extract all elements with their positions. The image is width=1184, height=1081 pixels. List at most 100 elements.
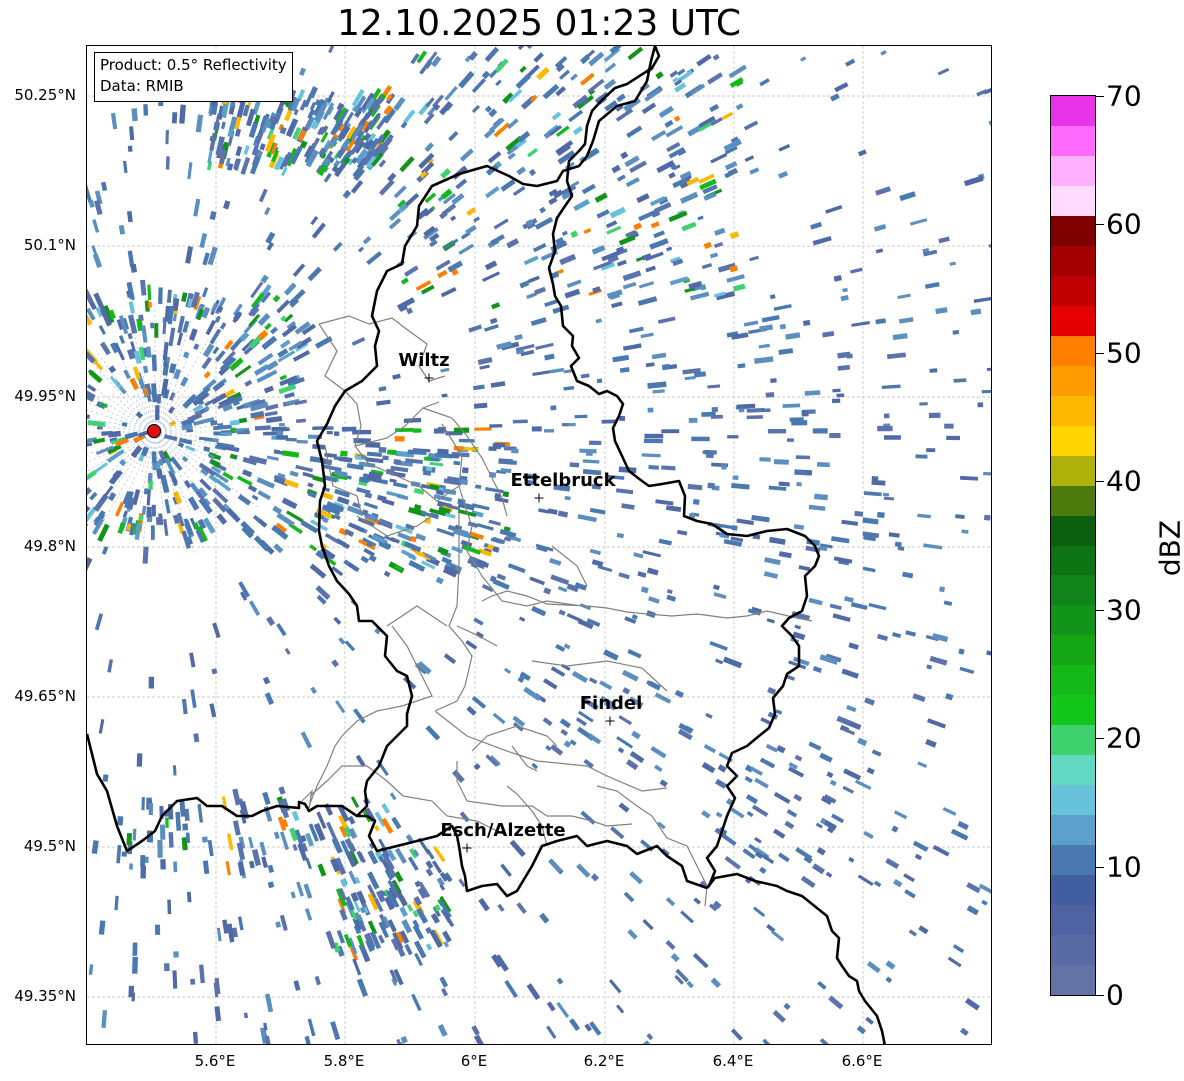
echo-cell <box>179 800 186 817</box>
echo-cell <box>169 392 176 401</box>
echo-cell <box>121 851 127 857</box>
echo-cell <box>147 301 152 308</box>
echo-cell <box>923 543 943 550</box>
echo-cell <box>728 64 747 79</box>
echo-cell <box>485 186 500 199</box>
echo-cell <box>87 420 106 427</box>
echo-cell <box>168 406 175 414</box>
echo-cell <box>885 857 900 870</box>
echo-cell <box>701 761 716 774</box>
echo-cell <box>877 425 893 432</box>
echo-cell <box>977 402 984 408</box>
radar-map[interactable] <box>86 45 992 1045</box>
echo-cell <box>746 415 763 420</box>
echo-cell <box>87 369 102 383</box>
echo-cell <box>647 680 661 691</box>
echo-cell <box>709 103 720 113</box>
echo-cell <box>737 363 746 369</box>
echo-cell <box>850 602 868 611</box>
echo-cell <box>490 381 506 388</box>
echo-cell <box>766 618 775 624</box>
echo-cell <box>127 332 133 340</box>
echo-cell <box>794 624 802 630</box>
echo-cell <box>338 456 353 463</box>
echo-cell <box>381 498 395 506</box>
echo-cell <box>628 326 644 334</box>
echo-cell <box>944 423 954 429</box>
echo-cell <box>691 436 710 442</box>
echo-cell <box>666 589 673 594</box>
echo-cell <box>819 752 833 763</box>
echo-cell <box>181 292 188 302</box>
colorbar-tick-label: 0 <box>1106 978 1124 1012</box>
echo-cell <box>314 336 333 349</box>
echo-cell <box>201 836 208 843</box>
echo-cell <box>646 567 659 576</box>
echo-cell <box>262 791 271 805</box>
colorbar-segment <box>1051 365 1095 396</box>
lon-label: 6.2°E <box>583 1052 625 1070</box>
echo-cell <box>272 294 281 303</box>
echo-cell <box>631 730 641 740</box>
echo-cell <box>712 53 720 61</box>
echo-cell <box>777 852 790 863</box>
echo-cell <box>768 536 786 545</box>
echo-cell <box>425 725 441 741</box>
echo-cell <box>816 461 830 468</box>
echo-cell <box>87 442 93 448</box>
echo-cell <box>94 613 104 631</box>
echo-cell <box>550 574 570 586</box>
echo-cell <box>439 101 453 116</box>
echo-cell <box>605 220 618 229</box>
echo-cell <box>389 792 397 801</box>
echo-cell <box>309 101 317 111</box>
colorbar-segment <box>1051 215 1095 246</box>
echo-cell <box>988 117 991 126</box>
echo-cell <box>791 420 808 426</box>
echo-cell <box>392 373 401 380</box>
echo-cell <box>352 429 372 435</box>
echo-cell <box>293 980 301 991</box>
echo-cell <box>793 524 804 530</box>
echo-cell <box>566 279 582 288</box>
echo-cell <box>190 689 197 708</box>
echo-cell <box>157 839 163 858</box>
echo-cell <box>857 874 874 887</box>
echo-cell <box>458 243 475 255</box>
echo-cell <box>471 695 487 709</box>
echo-cell <box>569 739 577 746</box>
echo-cell <box>644 433 664 439</box>
echo-cell <box>885 960 896 970</box>
echo-cell <box>843 768 862 781</box>
echo-cell <box>929 368 938 373</box>
echo-cell <box>714 778 727 789</box>
echo-cell <box>393 185 407 199</box>
echo-cell <box>622 270 642 282</box>
echo-cell <box>641 453 661 458</box>
echo-cell <box>87 384 97 392</box>
echo-cell <box>596 209 610 219</box>
echo-cell <box>732 475 739 480</box>
echo-cell <box>947 956 962 968</box>
echo-cell <box>173 951 179 958</box>
echo-cell <box>978 883 991 896</box>
echo-cell <box>267 881 275 889</box>
echo-cell <box>831 813 845 824</box>
echo-cell <box>278 422 285 427</box>
echo-cell <box>203 371 211 379</box>
colorbar-tick <box>1096 867 1104 868</box>
echo-cell <box>437 269 448 279</box>
echo-cell <box>441 203 457 217</box>
echo-cell <box>559 718 571 729</box>
echo-cell <box>122 160 128 174</box>
colorbar-tick <box>1096 96 1104 97</box>
echo-cell <box>107 659 114 673</box>
echo-cell <box>811 863 826 875</box>
echo-cell <box>99 341 111 356</box>
echo-cell <box>279 339 291 349</box>
echo-cell <box>484 46 500 63</box>
echo-cell <box>535 342 554 350</box>
echo-cell <box>131 108 138 122</box>
echo-cell <box>479 364 490 370</box>
echo-cell <box>399 156 415 173</box>
